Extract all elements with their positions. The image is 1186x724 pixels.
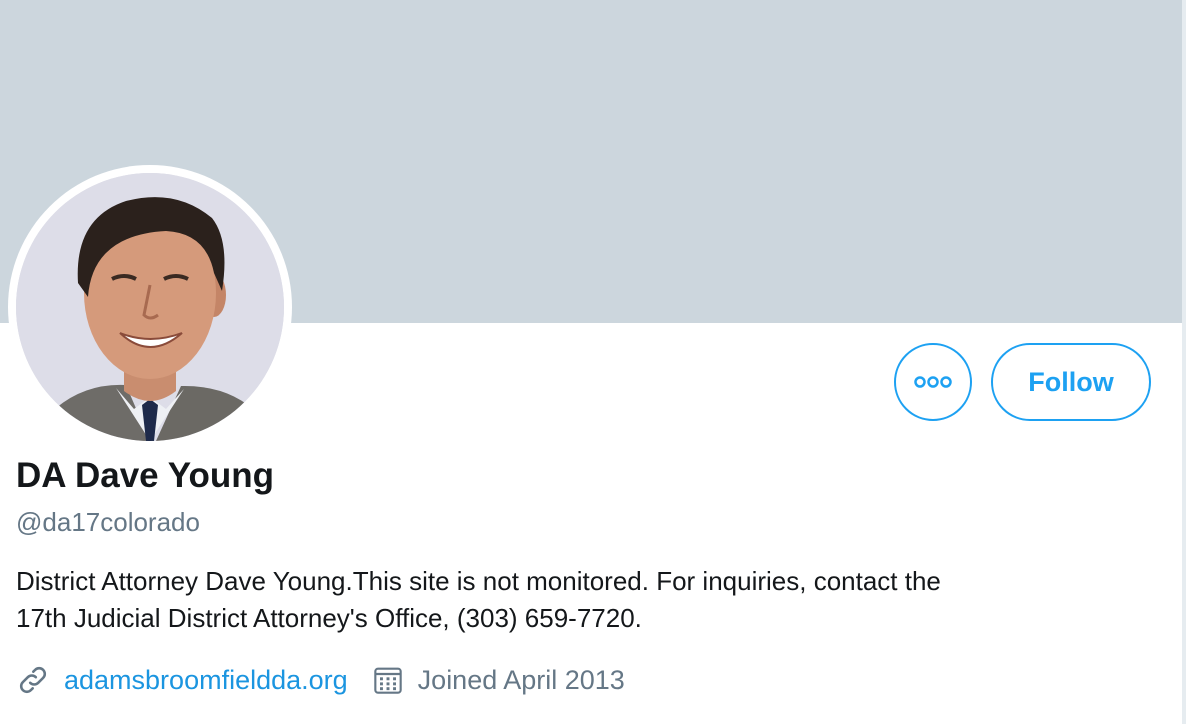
avatar[interactable] [16,173,284,441]
profile-meta: adamsbroomfieldda.org Joined April 2013 [16,660,625,700]
profile-page: Follow DA Dave Young @da17colorado Distr… [0,0,1186,724]
follow-button[interactable]: Follow [991,343,1151,421]
user-handle: @da17colorado [16,507,200,537]
profile-bio: District Attorney Dave Young.This site i… [16,563,1166,637]
avatar-photo [16,173,284,441]
bio-line: District Attorney Dave Young.This site i… [16,566,941,596]
joined-date: Joined April 2013 [417,664,625,695]
avatar-frame [8,165,292,449]
website-link[interactable]: adamsbroomfieldda.org [64,665,348,696]
link-icon [16,663,50,697]
more-options-button[interactable] [894,343,972,421]
display-name: DA Dave Young [16,456,275,495]
calendar-icon [372,664,404,696]
more-icon [914,376,952,388]
bio-line: 17th Judicial District Attorney's Office… [16,603,642,633]
scrollbar-edge [1182,0,1186,724]
